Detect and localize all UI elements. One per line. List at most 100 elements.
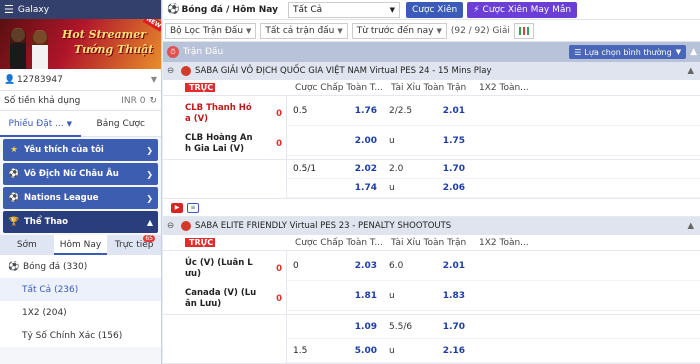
time-filter-label: Từ trước đến nay (356, 25, 434, 36)
odds-toggle-icon[interactable] (513, 22, 534, 39)
chevron-right-icon: ❯ (146, 169, 153, 179)
soccer-ball-icon: ⚽ (167, 4, 180, 15)
banner-title-2: Tướng Thuật (74, 43, 154, 56)
chevron-up-icon: ▲ (146, 217, 153, 227)
chevron-down-icon: ▼ (337, 26, 343, 35)
handicap-odds[interactable]: 2.00 (339, 136, 383, 146)
menu-icon[interactable]: ☰ (4, 3, 14, 16)
league-count: (92 / 92) Giải (450, 25, 510, 36)
ou-line: 6.0 (389, 260, 404, 271)
handicap-line: 0 (293, 260, 299, 271)
menu-favorites[interactable]: ★ Yêu thích của tôi ❯ (3, 139, 158, 161)
away-team[interactable]: CLB Hoàng An h Gia Lai (V) 0 (185, 129, 286, 159)
time-filter-select[interactable]: Từ trước đến nay ▼ (351, 22, 447, 39)
chevron-up-icon[interactable]: ▲ (687, 221, 694, 231)
section-header: ⏱ Trận Đấu ☰ Lựa chọn bình thường ▼ ▲ (163, 42, 700, 62)
ou-odds[interactable]: 2.06 (427, 183, 471, 193)
home-team[interactable]: Úc (V) (Luân L ưu) 0 (185, 254, 286, 284)
ou-odds[interactable]: 1.83 (427, 291, 471, 301)
ou-odds[interactable]: 1.70 (427, 322, 471, 332)
league-header[interactable]: ⊖ SABA ELITE FRIENDLY Virtual PES 23 - P… (163, 217, 700, 235)
menu-womens-euro[interactable]: ⚽ Vô Địch Nữ Châu Âu ❯ (3, 163, 158, 185)
parlay-button-label: Cược Xiên (411, 4, 458, 15)
minus-icon[interactable]: ⊖ (167, 66, 177, 76)
tab-today[interactable]: Hôm Nay (53, 235, 108, 255)
sort-select[interactable]: ☰ Lựa chọn bình thường ▼ (569, 45, 687, 59)
odds-row: 1.09 5.5/6 1.70 (287, 315, 700, 339)
column-header: TRỰC Cược Chấp Toàn T... Tài Xỉu Toàn Tr… (163, 80, 700, 96)
promo-banner[interactable]: Hot Streamer Tướng Thuật NEW (0, 19, 161, 69)
sport-item-1x2[interactable]: 1X2 (204) (0, 301, 161, 324)
collapse-icon[interactable]: ▲ (690, 47, 697, 57)
balance-value: INR 0 (121, 95, 146, 106)
chevron-right-icon: ❯ (146, 145, 153, 155)
ou-odds[interactable]: 2.01 (427, 106, 471, 116)
user-id: 12783947 (17, 74, 63, 85)
market-select-value: Tất Cả (292, 4, 323, 15)
chevron-up-icon[interactable]: ▲ (687, 66, 694, 76)
handicap-line: 0.5 (293, 105, 308, 116)
teams-cell: Úc (V) (Luân L ưu) 0 Canada (V) (Lu ân Lư… (163, 251, 287, 314)
tab-bet-slip-label: Phiếu Đặt ... (8, 118, 64, 129)
ou-odds[interactable]: 2.01 (427, 261, 471, 271)
ou-line: u (389, 345, 395, 356)
filter-bar: Bộ Lọc Trận Đấu ▼ Tất cả trận đấu ▼ Từ trư… (163, 20, 700, 42)
tab-bet-list[interactable]: Bảng Cược (81, 111, 162, 137)
menu-sports[interactable]: 🏆 Thể Thao ▲ (3, 211, 158, 233)
ou-odds[interactable]: 1.75 (427, 136, 471, 146)
handicap-odds[interactable]: 1.74 (339, 183, 383, 193)
live-badge: TRỰC (185, 238, 215, 247)
sport-item-football[interactable]: ⚽ Bóng đá (330) (0, 255, 161, 278)
home-team[interactable]: CLB Thanh Hó a (V) 0 (185, 99, 286, 129)
away-team[interactable]: Canada (V) (Lu ân Lưu) 0 (185, 284, 286, 314)
handicap-odds[interactable]: 1.81 (339, 291, 383, 301)
odds-cell: 0.5/1 2.02 2.0 1.70 1.74 u 2.06 (287, 160, 700, 198)
star-icon: ★ (10, 145, 18, 155)
menu-womens-euro-label: Vô Địch Nữ Châu Âu (24, 169, 119, 179)
live-count-badge: 65 (143, 235, 155, 242)
handicap-odds[interactable]: 5.00 (339, 346, 383, 356)
menu-nations-league[interactable]: ⚽ Nations League ❯ (3, 187, 158, 209)
stats-icon[interactable]: ≡ (187, 202, 199, 213)
handicap-odds[interactable]: 1.09 (339, 322, 383, 332)
live-video-icon[interactable]: ▶ (171, 202, 183, 213)
list-icon: ☰ (574, 47, 582, 57)
sport-list: ⚽ Bóng đá (330) Tất Cả (236) 1X2 (204) T… (0, 255, 161, 347)
tab-bet-slip[interactable]: Phiếu Đặt ... ▼ (0, 111, 81, 137)
odds-row: 0.5/1 2.02 2.0 1.70 (287, 160, 700, 179)
sport-item-all[interactable]: Tất Cả (236) (0, 278, 161, 301)
user-row[interactable]: 👤 12783947 ▼ (0, 69, 161, 91)
brand-bar[interactable]: ☰ Galaxy (0, 0, 161, 19)
odds-row: 1.81 u 1.83 (287, 281, 700, 311)
market-select[interactable]: Tất Cả ▼ (287, 1, 400, 18)
odds-row: 1.5 5.00 u 2.16 (287, 339, 700, 363)
menu-nations-league-label: Nations League (24, 193, 99, 203)
all-matches-select[interactable]: Tất cả trận đấu ▼ (260, 22, 348, 39)
ou-odds[interactable]: 1.70 (427, 164, 471, 174)
refresh-icon[interactable]: ↻ (149, 96, 157, 106)
handicap-odds[interactable]: 2.03 (339, 261, 383, 271)
minus-icon[interactable]: ⊖ (167, 221, 177, 231)
ou-line: 2.0 (389, 164, 404, 174)
teams-cell: CLB Thanh Hó a (V) 0 CLB Hoàng An h Gia L… (163, 96, 287, 159)
sidebar: ☰ Galaxy Hot Streamer Tướng Thuật NEW 👤 … (0, 0, 162, 364)
section-title: Trận Đấu (183, 47, 224, 57)
league-header[interactable]: ⊖ SABA GIẢI VÔ ĐỊCH QUỐC GIA VIỆT NAM Vi… (163, 62, 700, 80)
sport-item-correct-score[interactable]: Tỷ Số Chính Xác (156) (0, 324, 161, 347)
match-row-alt: 0.5/1 2.02 2.0 1.70 1.74 u 2.06 (163, 160, 700, 199)
handicap-odds[interactable]: 1.76 (339, 106, 383, 116)
ou-odds[interactable]: 2.16 (427, 346, 471, 356)
lucky-parlay-button[interactable]: ⚡ Cược Xiên May Mắn (467, 1, 578, 18)
col-handicap: Cược Chấp Toàn T... (295, 237, 383, 248)
chevron-down-icon: ▼ (246, 26, 252, 35)
handicap-odds[interactable]: 2.02 (339, 164, 383, 174)
odds-cell: 1.09 5.5/6 1.70 1.5 5.00 u 2.16 (287, 315, 700, 363)
parlay-button[interactable]: Cược Xiên (405, 1, 464, 18)
tab-early[interactable]: Sớm (0, 235, 54, 255)
sport-item-label: Bóng đá (330) (23, 261, 88, 272)
trophy-icon: 🏆 (8, 217, 20, 227)
home-team-name: Úc (V) (Luân L ưu) (185, 258, 253, 279)
odds-row: 0.5 1.76 2/2.5 2.01 (287, 96, 700, 126)
match-filter-select[interactable]: Bộ Lọc Trận Đấu ▼ (165, 22, 257, 39)
chevron-down-icon[interactable]: ▼ (151, 75, 157, 84)
